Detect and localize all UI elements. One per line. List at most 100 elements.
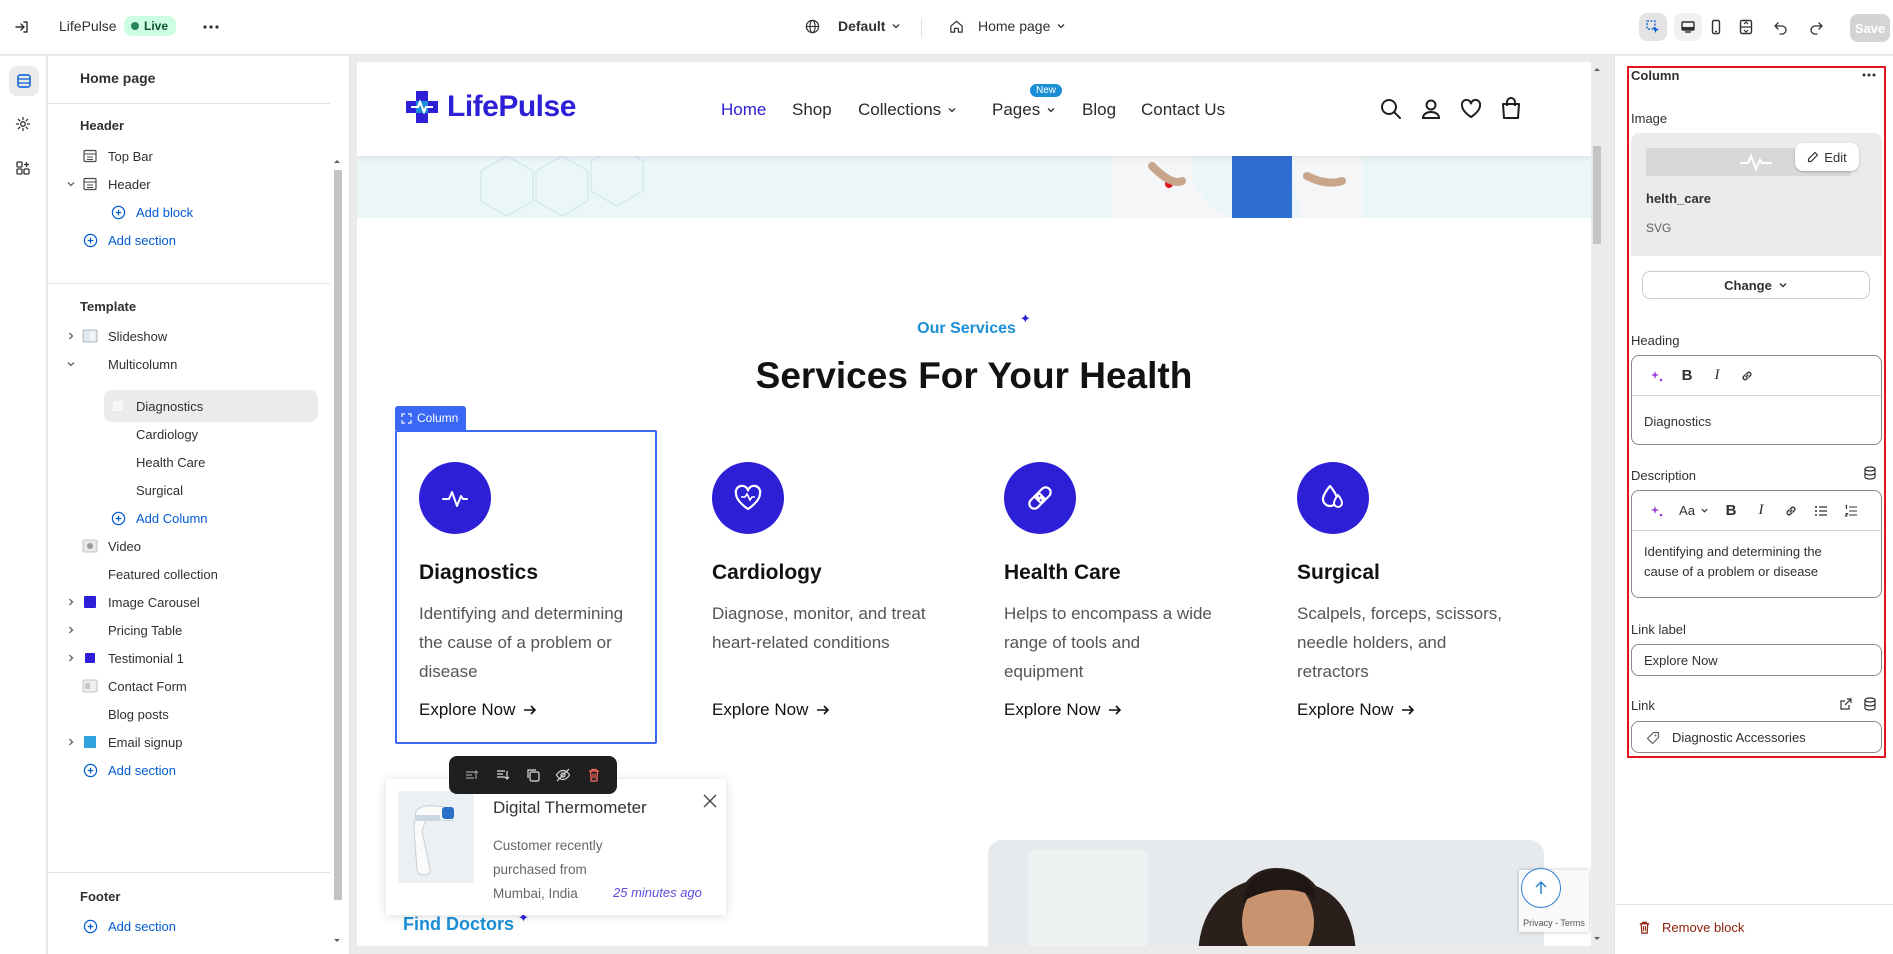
ai-sparkle-icon[interactable] [1642,496,1672,526]
inspector-toggle-icon[interactable] [1639,13,1667,41]
external-link-icon[interactable] [1839,697,1853,711]
link-picker[interactable]: Diagnostic Accessories [1631,721,1882,753]
scroll-up-arrow-icon[interactable] [332,156,342,166]
scroll-up-arrow-icon[interactable] [1592,64,1602,74]
chevron-right-icon[interactable] [64,329,78,343]
dynamic-source-icon[interactable] [1863,697,1877,711]
chevron-down-icon[interactable] [64,357,78,371]
tree-item-diagnostics[interactable]: Diagnostics [110,392,203,420]
preview-scrollbar[interactable] [1591,62,1603,946]
tree-item-contact-form[interactable]: Contact Form [82,672,187,700]
mobile-view-icon[interactable] [1702,13,1730,41]
link-icon[interactable] [1776,496,1806,526]
more-options-icon[interactable] [1862,73,1876,77]
delete-trash-icon[interactable] [586,767,602,783]
exit-icon[interactable] [8,13,36,41]
chevron-down-icon[interactable] [64,177,78,191]
change-image-button[interactable]: Change [1642,271,1870,299]
hide-eye-icon[interactable] [555,767,571,783]
explore-now-link[interactable]: Explore Now [712,700,830,720]
tree-item-surgical[interactable]: Surgical [136,476,183,504]
nav-pages[interactable]: Pages [992,100,1056,120]
add-section-link[interactable]: Add section [82,756,176,784]
scrollbar-thumb[interactable] [334,170,342,900]
tree-item-top-bar[interactable]: Top Bar [82,142,153,170]
panel-scrollbar[interactable] [332,156,342,946]
full-width-icon[interactable] [1732,13,1760,41]
move-up-icon[interactable] [464,767,480,783]
add-column-link[interactable]: Add Column [110,504,208,532]
explore-now-link[interactable]: Explore Now [1297,700,1415,720]
account-icon[interactable] [1420,98,1442,120]
sections-icon[interactable] [9,66,39,96]
service-column-surgical[interactable]: Surgical Scalpels, forceps, scissors, ne… [1297,462,1559,686]
tree-item-header[interactable]: Header [64,170,151,198]
bullet-list-icon[interactable] [1806,496,1836,526]
save-button[interactable]: Save [1850,14,1890,42]
search-icon[interactable] [1380,98,1402,120]
scrollbar-thumb[interactable] [1593,146,1601,244]
ai-sparkle-icon[interactable] [1642,361,1672,391]
nav-blog[interactable]: Blog [1082,100,1116,120]
numbered-list-icon[interactable] [1836,496,1866,526]
desktop-view-icon[interactable] [1674,13,1702,41]
dynamic-source-icon[interactable] [1863,466,1877,480]
tree-item-slideshow[interactable]: Slideshow [64,322,167,350]
text-style-dropdown-icon[interactable]: Aa [1672,496,1716,526]
tree-item-blog-posts[interactable]: Blog posts [108,700,169,728]
more-options-icon[interactable] [197,13,225,41]
italic-icon[interactable]: I [1702,361,1732,391]
chevron-right-icon[interactable] [64,623,78,637]
explore-now-link[interactable]: Explore Now [1004,700,1122,720]
column-tag[interactable]: Column [395,406,467,430]
duplicate-icon[interactable] [525,767,541,783]
nav-home[interactable]: Home [721,100,766,120]
tree-item-featured-collection[interactable]: Featured collection [108,560,218,588]
chevron-right-icon[interactable] [64,595,78,609]
site-logo[interactable]: LifePulse [403,88,576,126]
tree-item-image-carousel[interactable]: Image Carousel [64,588,200,616]
chevron-right-icon[interactable] [64,651,78,665]
link-icon[interactable] [1732,361,1762,391]
add-section-link[interactable]: Add section [82,912,176,940]
description-editor[interactable]: Aa B I Identifying and determining the c… [1631,490,1882,598]
undo-icon[interactable] [1767,13,1795,41]
move-down-icon[interactable] [495,767,511,783]
plus-circle-icon [110,204,126,220]
tree-item-health-care[interactable]: Health Care [136,448,205,476]
wishlist-heart-icon[interactable] [1460,98,1482,120]
nav-shop[interactable]: Shop [792,100,832,120]
scroll-down-arrow-icon[interactable] [1592,934,1602,944]
cart-bag-icon[interactable] [1500,97,1522,120]
tree-item-cardiology[interactable]: Cardiology [136,420,198,448]
chevron-right-icon[interactable] [64,735,78,749]
nav-collections[interactable]: Collections [858,100,957,120]
close-icon[interactable] [702,793,718,809]
redo-icon[interactable] [1802,13,1830,41]
plus-circle-icon [110,510,126,526]
scroll-down-arrow-icon[interactable] [332,936,342,946]
edit-image-button[interactable]: Edit [1795,143,1859,171]
theme-selector[interactable]: Default [805,18,901,34]
bold-icon[interactable]: B [1672,361,1702,391]
bold-icon[interactable]: B [1716,496,1746,526]
tree-item-email-signup[interactable]: Email signup [64,728,182,756]
apps-icon[interactable] [9,154,37,182]
tree-item-pricing-table[interactable]: Pricing Table [64,616,182,644]
remove-block-button[interactable]: Remove block [1637,920,1744,935]
service-column-health-care[interactable]: Health Care Helps to encompass a wide ra… [1004,462,1266,686]
settings-gear-icon[interactable] [9,110,37,138]
page-selector[interactable]: Home page [949,18,1066,34]
nav-contact-us[interactable]: Contact Us [1141,100,1225,120]
scroll-to-top-button[interactable] [1521,868,1561,908]
tree-item-testimonial[interactable]: Testimonial 1 [64,644,184,672]
tree-item-video[interactable]: Video [82,532,141,560]
add-section-link[interactable]: Add section [82,226,176,254]
service-column-cardiology[interactable]: Cardiology Diagnose, monitor, and treat … [712,462,974,657]
heading-editor[interactable]: B I Diagnostics [1631,355,1882,445]
tree-item-multicolumn[interactable]: Multicolumn [64,350,177,378]
services-heading: Services For Your Health [755,355,1193,396]
link-label-input[interactable]: Explore Now [1631,644,1882,676]
add-block-link[interactable]: Add block [110,198,193,226]
italic-icon[interactable]: I [1746,496,1776,526]
